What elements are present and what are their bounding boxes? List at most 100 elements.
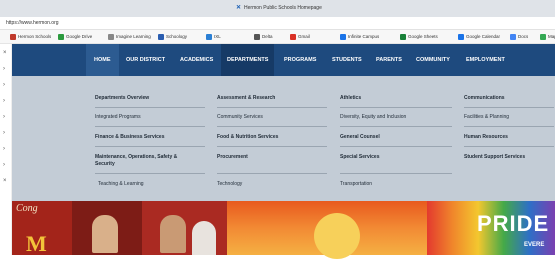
sidebar-icon[interactable]: › [3,82,5,88]
dd-link[interactable]: Finance & Business Services [95,134,164,140]
bookmark-item[interactable]: Docs [510,33,528,42]
sidebar-icon[interactable]: › [3,162,5,168]
bookmark-label: Schoology [166,34,188,39]
bookmark-favicon-icon [290,33,296,40]
bookmark-item[interactable]: IXL [206,33,221,42]
bookmark-label: IXL [214,34,221,39]
bookmark-favicon-icon [510,33,516,40]
divider [217,107,327,108]
dd-link[interactable]: Assessment & Research [217,95,275,101]
banner-panel: Cong M [12,201,72,256]
bookmark-item[interactable]: Infinite Campus [340,33,379,42]
nav-programs[interactable]: PROGRAMS [284,44,316,76]
divider [464,146,554,147]
bookmark-item[interactable]: Gmail [290,33,310,42]
divider [217,126,327,127]
bookmark-item[interactable]: Schoology [158,33,187,42]
divider [340,173,452,174]
divider [340,107,452,108]
bookmark-favicon-icon [540,33,546,40]
tab-title: Hermon Public Schools Homepage [244,5,322,11]
bookmark-item[interactable]: Maps [540,33,555,42]
bookmark-favicon-icon [10,33,16,40]
dd-link[interactable]: Food & Nutrition Services [217,134,278,140]
nav-home[interactable]: HOME [86,44,119,76]
ever-text: EVERE [524,242,545,248]
bookmarks-bar: Hermon Schools Google Drive Imagine Learni… [0,30,555,44]
departments-dropdown: Departments Overview Integrated Programs… [12,76,555,201]
dd-link[interactable]: Integrated Programs [95,114,141,120]
capitol-dome-image [192,221,216,255]
browser-tab[interactable]: ✕ Hermon Public Schools Homepage [236,2,356,16]
dd-link[interactable]: Departments Overview [95,95,149,101]
browser-tab-bar: ✕ Hermon Public Schools Homepage [0,0,555,17]
school-logo: M [26,231,47,256]
student-photo [92,215,118,253]
divider [217,146,327,147]
divider [217,173,327,174]
bookmark-label: Gmail [298,34,310,39]
student-photo [160,215,186,253]
bookmark-favicon-icon [340,33,346,40]
bookmark-label: Maps [548,34,555,39]
sidebar-close-icon[interactable]: × [3,178,7,184]
nav-employment[interactable]: EMPLOYMENT [466,44,505,76]
dd-link[interactable]: Procurement [217,154,248,160]
bookmark-item[interactable]: Google Calendar [458,33,500,42]
bookmark-favicon-icon [206,33,212,40]
bookmark-item[interactable]: Google Drive [58,33,92,42]
bookmark-label: Hermon Schools [18,34,52,39]
sidebar-icon[interactable]: › [3,98,5,104]
sidebar-icon[interactable]: › [3,146,5,152]
sidebar-icon[interactable]: › [3,66,5,72]
bookmark-item[interactable]: Imagine Learning [108,33,151,42]
dd-link[interactable]: Technology [217,181,242,187]
hero-banner[interactable]: Cong M PRIDE M EVERE [12,201,555,259]
bookmark-item[interactable]: Google Sheets [400,33,438,42]
bookmark-label: Google Sheets [408,34,438,39]
dd-link[interactable]: Student Support Services [464,154,525,160]
pride-text: PRIDE M [477,211,555,236]
banner-panel [227,201,427,259]
url-text: https://www.hermon.org [6,20,59,26]
nav-academics[interactable]: ACADEMICS [180,44,213,76]
dd-link[interactable]: Communications [464,95,505,101]
divider [464,126,554,127]
divider [340,146,452,147]
dd-link[interactable]: Facilities & Planning [464,114,509,120]
dd-link[interactable]: Special Services [340,154,379,160]
nav-parents[interactable]: PARENTS [376,44,402,76]
nav-departments[interactable]: DEPARTMENTS [221,44,275,76]
bookmark-label: Google Drive [66,34,93,39]
divider [95,146,205,147]
bookmark-label: Google Calendar [466,34,501,39]
bookmark-favicon-icon [458,33,464,40]
bookmark-favicon-icon [58,33,64,40]
bookmark-favicon-icon [254,33,260,40]
nav-community[interactable]: COMMUNITY [416,44,450,76]
dd-link[interactable]: Teaching & Learning [98,181,144,187]
sidebar-icon[interactable]: › [3,114,5,120]
bookmark-label: Imagine Learning [116,34,151,39]
dd-link[interactable]: Human Resources [464,134,508,140]
dd-link[interactable]: Diversity, Equity and Inclusion [340,114,406,120]
dd-link[interactable]: Athletics [340,95,361,101]
nav-students[interactable]: STUDENTS [332,44,362,76]
divider [95,107,205,108]
address-bar[interactable]: https://www.hermon.org [0,17,555,30]
dd-link[interactable]: Maintenance, Operations, Safety & Securi… [95,154,195,168]
sidebar-close-icon[interactable]: × [3,50,7,56]
dd-link[interactable]: Community Services [217,114,263,120]
bookmark-favicon-icon [158,33,164,40]
bookmark-item[interactable]: Hermon Schools [10,33,51,42]
bookmark-favicon-icon [108,33,114,40]
divider [95,126,205,127]
sidebar-icon[interactable]: › [3,130,5,136]
bookmark-item[interactable]: Delta [254,33,273,42]
dd-link[interactable]: General Counsel [340,134,380,140]
bookmark-favicon-icon [400,33,406,40]
divider [340,126,452,127]
dd-link[interactable]: Transportation [340,181,372,187]
sunset-image [314,213,360,259]
nav-our-district[interactable]: OUR DISTRICT [126,44,165,76]
